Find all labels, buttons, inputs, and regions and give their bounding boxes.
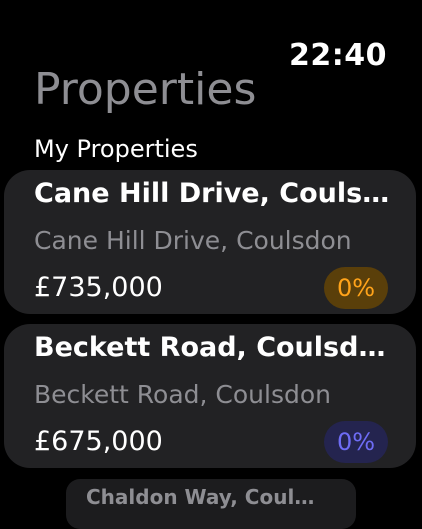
- change-badge: 0%: [324, 267, 388, 309]
- property-title: Chaldon Way, Coulsdon: [86, 485, 326, 509]
- section-title: My Properties: [34, 135, 198, 163]
- property-card[interactable]: Beckett Road, Coulsdon Beckett Road, Cou…: [4, 324, 416, 468]
- change-badge: 0%: [324, 421, 388, 463]
- property-title: Beckett Road, Coulsdon: [34, 332, 394, 363]
- page-title: Properties: [34, 64, 257, 115]
- property-title: Cane Hill Drive, Coulsdon: [34, 178, 394, 209]
- property-price: £675,000: [34, 426, 163, 457]
- property-card[interactable]: Chaldon Way, Coulsdon: [66, 479, 356, 529]
- property-address: Beckett Road, Coulsdon: [34, 380, 331, 409]
- property-card[interactable]: Cane Hill Drive, Coulsdon Cane Hill Driv…: [4, 170, 416, 314]
- property-price: £735,000: [34, 272, 163, 303]
- property-address: Cane Hill Drive, Coulsdon: [34, 226, 352, 255]
- status-time: 22:40: [289, 38, 387, 73]
